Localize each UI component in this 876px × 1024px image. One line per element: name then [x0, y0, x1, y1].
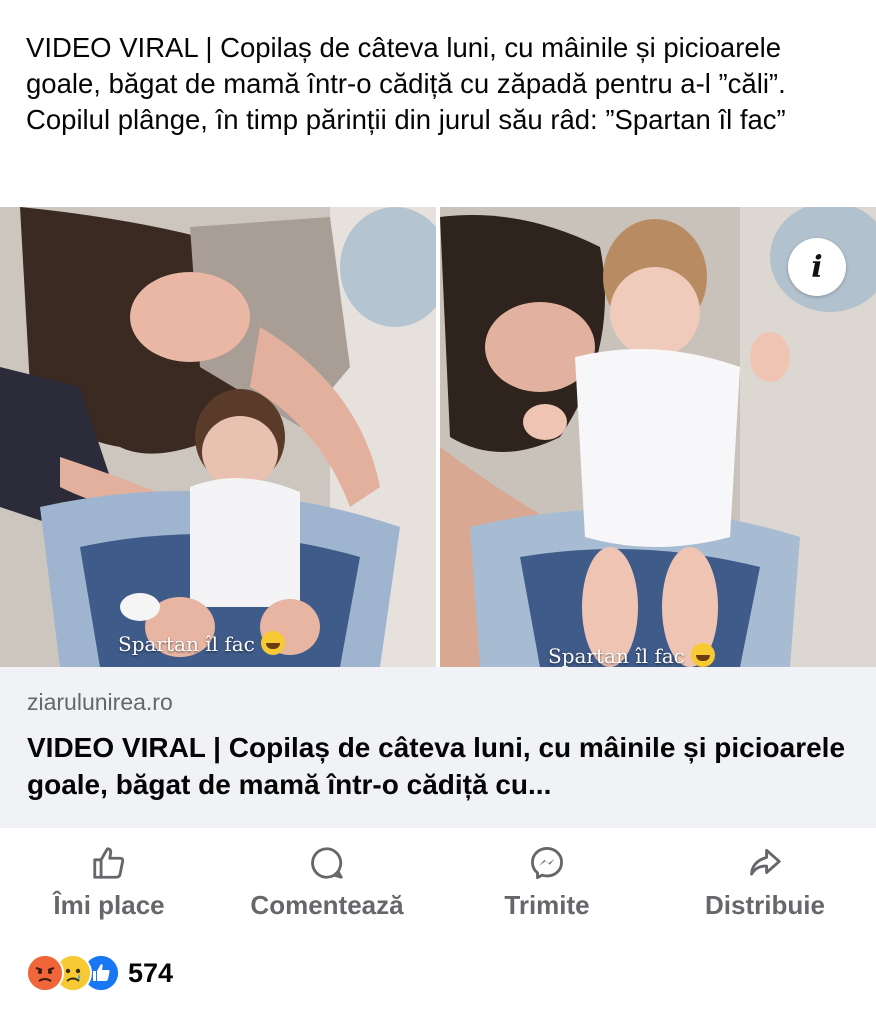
- send-button[interactable]: Trimite: [497, 838, 597, 928]
- post-image[interactable]: Spartan îl fac Spartan îl fac: [0, 207, 876, 667]
- info-icon[interactable]: i: [788, 238, 846, 296]
- link-title[interactable]: VIDEO VIRAL | Copilaș de câteva luni, cu…: [27, 729, 857, 803]
- post-text: VIDEO VIRAL | Copilaș de câteva luni, cu…: [26, 32, 786, 135]
- video-caption-left: Spartan îl fac: [118, 632, 255, 656]
- angry-reaction-icon: [26, 954, 64, 992]
- video-caption-right: Spartan îl fac: [548, 644, 685, 667]
- like-label: Îmi place: [53, 890, 165, 920]
- grinning-emoji-icon: [690, 643, 715, 667]
- link-preview-card[interactable]: ziarulunirea.ro VIDEO VIRAL | Copilaș de…: [0, 667, 876, 828]
- like-button[interactable]: Îmi place: [45, 838, 173, 928]
- reactions-summary[interactable]: 574: [26, 952, 173, 994]
- messenger-icon: [528, 838, 566, 882]
- comment-label: Comentează: [250, 890, 404, 920]
- video-collage: [0, 207, 876, 667]
- comment-icon: [308, 838, 346, 882]
- reactions-count[interactable]: 574: [128, 958, 173, 989]
- share-label: Distribuie: [705, 890, 825, 920]
- send-label: Trimite: [504, 890, 590, 920]
- share-button[interactable]: Distribuie: [696, 838, 834, 928]
- grinning-emoji-icon: [260, 631, 285, 655]
- like-icon: [90, 838, 128, 882]
- link-domain: ziarulunirea.ro: [27, 689, 173, 715]
- post-actions-bar: Îmi place Comentează Trimite Distribuie: [0, 838, 876, 928]
- comment-button[interactable]: Comentează: [238, 838, 416, 928]
- share-icon: [746, 838, 784, 882]
